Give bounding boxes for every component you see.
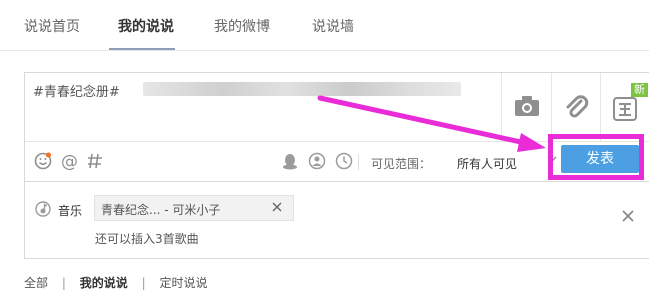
filter-scheduled[interactable]: 定时说说 xyxy=(159,276,207,290)
close-icon[interactable] xyxy=(622,210,634,222)
annotation-highlight-box xyxy=(548,134,644,180)
qq-icon[interactable] xyxy=(281,152,299,170)
blurred-text xyxy=(143,82,461,96)
hash-icon[interactable] xyxy=(87,152,103,170)
filter-mine[interactable]: 我的说说 xyxy=(80,276,128,290)
post-text-hashtag: #青春纪念册# xyxy=(33,85,120,100)
emoji-icon[interactable] xyxy=(34,152,52,170)
selected-song-chip: 青春纪念... - 可米小子 xyxy=(94,195,294,221)
link-button[interactable] xyxy=(551,73,601,141)
tab-my-weibo[interactable]: 我的微博 xyxy=(214,16,270,36)
people-icon[interactable] xyxy=(308,152,326,170)
visibility-select[interactable]: 所有人可见 xyxy=(457,155,517,172)
new-badge: 新 xyxy=(631,83,648,97)
paperclip-icon xyxy=(566,95,589,118)
svg-text:@: @ xyxy=(61,152,78,170)
music-panel: 音乐 青春纪念... - 可米小子 还可以插入3首歌曲 xyxy=(24,182,649,259)
at-icon[interactable]: @ xyxy=(60,152,78,170)
music-icon xyxy=(35,201,51,217)
media-buttons: 新 xyxy=(501,73,649,141)
tab-my-shuoshuo[interactable]: 我的说说 xyxy=(118,16,174,36)
photo-button[interactable] xyxy=(502,73,551,141)
music-label: 音乐 xyxy=(58,204,83,218)
filter-separator: | xyxy=(141,276,146,290)
toolbar-divider xyxy=(358,154,359,170)
filter-separator: | xyxy=(61,276,66,290)
visibility-label: 可见范围： xyxy=(371,157,432,171)
remove-song-icon[interactable] xyxy=(270,200,284,214)
filter-all[interactable]: 全部 xyxy=(24,276,48,290)
music-hint: 还可以插入3首歌曲 xyxy=(95,232,199,246)
camera-icon xyxy=(515,96,539,116)
selected-song-title: 青春纪念... - 可米小子 xyxy=(101,203,221,217)
post-text-editor[interactable]: #青春纪念册# xyxy=(25,73,501,141)
fun-button[interactable]: 新 xyxy=(600,73,649,141)
feed-filter-bar: 全部 | 我的说说 | 定时说说 xyxy=(24,274,217,294)
tab-shuoshuo-wall[interactable]: 说说墙 xyxy=(312,16,354,36)
active-tab-indicator xyxy=(109,48,175,50)
tab-shuoshuo-home[interactable]: 说说首页 xyxy=(24,16,80,36)
fun-icon xyxy=(613,97,637,121)
clock-icon[interactable] xyxy=(335,152,353,170)
tab-bar: 说说首页 我的说说 我的微博 说说墙 xyxy=(0,0,649,51)
